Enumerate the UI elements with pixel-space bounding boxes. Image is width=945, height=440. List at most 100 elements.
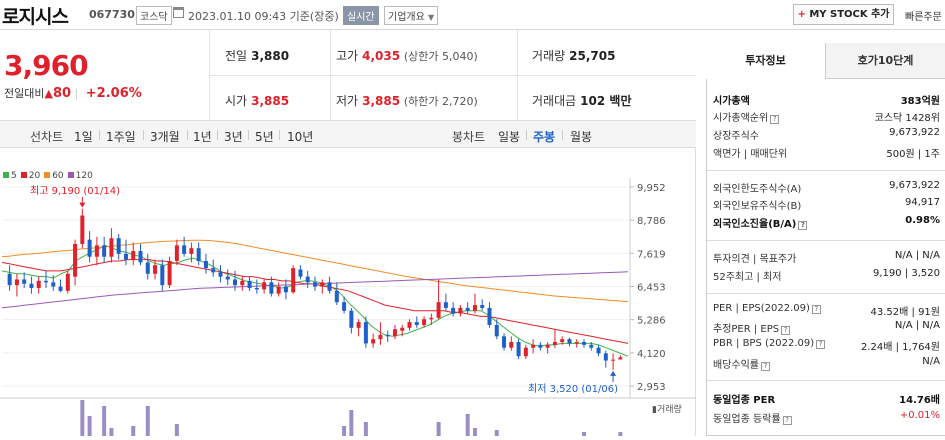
help-icon[interactable]: ? — [782, 416, 792, 425]
side-group-divider — [707, 293, 945, 294]
volume-bar — [109, 428, 114, 436]
quote-datetime: 2023.01.10 09:43 기준(장중) — [188, 10, 339, 23]
price-chart-area[interactable]: 9,952 8,786 7,619 6,453 5,286 4,120 2,953 ▮거래량 최… — [0, 148, 696, 436]
y-tick-label: 9,952 — [637, 183, 666, 194]
y-tick-label: 5,286 — [637, 316, 666, 327]
legend-label: 20 — [28, 171, 41, 181]
invest-info-row: 52주최고 | 최저 9,190 | 3,520 — [713, 268, 942, 285]
help-icon[interactable]: ? — [798, 221, 808, 230]
stat-label: 저가 — [336, 94, 359, 108]
candle-body — [174, 245, 179, 261]
candle-body — [523, 347, 528, 357]
candle-body — [378, 334, 383, 340]
help-icon[interactable]: ? — [761, 362, 770, 371]
invest-info-row: PBR | BPS (2022.09)? 2.24배 | 1,764원 — [713, 338, 942, 355]
calendar-icon — [173, 7, 184, 18]
info-label: 시가총액 — [713, 96, 750, 107]
candle-chart-label: 봉차트 — [452, 130, 486, 144]
candle-body — [80, 215, 85, 244]
candle-body — [262, 282, 267, 290]
info-label: 투자의견 | 목표주가 — [713, 254, 797, 265]
tab-candle-weekly[interactable]: 주봉 — [533, 128, 555, 145]
candlestick-chart[interactable]: 9,952 8,786 7,619 6,453 5,286 4,120 2,953 ▮거래량 최… — [0, 148, 696, 436]
candle-body — [211, 268, 216, 273]
candle-body — [189, 248, 194, 254]
info-value: 2.24배 | 1,764원 — [860, 342, 940, 353]
candle-body — [203, 260, 208, 269]
upper-limit: (상한가 5,040) — [403, 50, 478, 63]
volume-label: ▮거래량 — [652, 403, 682, 415]
tab-investment-info[interactable]: 투자정보 — [706, 43, 826, 79]
company-overview-dropdown[interactable]: 기업개요 ▼ — [384, 6, 439, 25]
volume-bar — [174, 424, 179, 436]
price-change: 전일대비▲80 | +2.06% — [4, 86, 142, 101]
candle-body — [618, 357, 623, 360]
help-icon[interactable]: ? — [816, 340, 826, 349]
candle-body — [567, 339, 572, 344]
stat-label: 시가 — [225, 94, 248, 108]
help-icon[interactable]: ? — [781, 326, 791, 335]
my-stock-add-button[interactable]: + MY STOCK 추가 — [793, 4, 894, 25]
legend-label: 120 — [75, 171, 93, 181]
quick-order-link[interactable]: 빠른주문 — [905, 8, 942, 23]
tab-candle-monthly[interactable]: 월봉 — [570, 128, 592, 145]
invest-info-row: 상장주식수 9,673,922 — [713, 127, 942, 144]
tab-line-5y[interactable]: 5년 — [255, 128, 274, 145]
volume-bar — [494, 430, 499, 436]
candle-body — [233, 279, 238, 286]
help-icon[interactable]: ? — [770, 115, 780, 124]
tab-line-1d[interactable]: 1일 — [74, 128, 93, 145]
candle-body — [349, 310, 354, 328]
invest-info-row: 외국인한도주식수(A) 9,673,922 — [713, 180, 942, 197]
volume-bar — [436, 422, 441, 436]
candle-body — [414, 322, 419, 325]
candle-body — [240, 280, 245, 286]
tab-line-1w[interactable]: 1주일 — [106, 128, 136, 145]
tab-candle-daily[interactable]: 일봉 — [498, 128, 520, 145]
y-tick-label: 8,786 — [637, 216, 666, 227]
candle-body — [305, 276, 310, 283]
tab-line-1y[interactable]: 1년 — [193, 128, 212, 145]
invest-info-row: 동일업종 PER 14.76배 — [713, 391, 942, 408]
candle-body — [65, 273, 70, 291]
candle-body — [320, 282, 325, 287]
info-value: 0.98% — [905, 215, 940, 226]
info-value: 43.52배 | 91원 — [870, 307, 940, 318]
candle-body — [153, 265, 158, 274]
candle-body — [334, 290, 339, 303]
legend-swatch — [20, 172, 27, 178]
stat-value: 4,035 — [362, 49, 401, 63]
tab-order-book[interactable]: 호가10단계 — [826, 43, 945, 79]
candle-body — [291, 268, 296, 293]
info-label: PBR | BPS (2022.09)? — [713, 338, 826, 349]
candle-body — [480, 305, 485, 308]
legend-swatch — [3, 172, 9, 178]
candle-body — [400, 327, 405, 331]
stat-value: 3,880 — [251, 49, 290, 63]
invest-info-row: 시가총액 383억원 — [713, 92, 942, 109]
realtime-badge[interactable]: 실시간 — [343, 6, 379, 25]
candle-body — [451, 307, 456, 314]
help-icon[interactable]: ? — [811, 305, 821, 314]
tab-line-10y[interactable]: 10년 — [287, 128, 313, 145]
plus-icon: + — [797, 9, 806, 20]
invest-info-row: 외국인소진율(B/A)? 0.98% — [713, 215, 942, 232]
candle-body — [51, 282, 56, 287]
info-value: 94,917 — [905, 197, 940, 208]
info-value: +0.01% — [899, 410, 940, 421]
stat-value: 25,705 — [569, 49, 616, 63]
candle-body — [138, 251, 143, 263]
tab-line-3m[interactable]: 3개월 — [150, 128, 180, 145]
info-label: 배당수익률? — [713, 356, 770, 371]
candle-body — [14, 279, 19, 286]
info-value: 9,673,922 — [889, 180, 940, 191]
volume-bar — [618, 432, 623, 436]
volume-bar — [349, 410, 354, 436]
info-value: 코스닥 1428위 — [874, 113, 940, 124]
market-badge: 코스닥 — [136, 6, 172, 25]
tab-line-3y[interactable]: 3년 — [224, 128, 243, 145]
info-label: 외국인한도주식수(A) — [713, 184, 802, 195]
stat-label: 거래대금 — [532, 94, 577, 108]
info-label: 상장주식수 — [713, 131, 759, 142]
candle-body — [7, 273, 12, 286]
